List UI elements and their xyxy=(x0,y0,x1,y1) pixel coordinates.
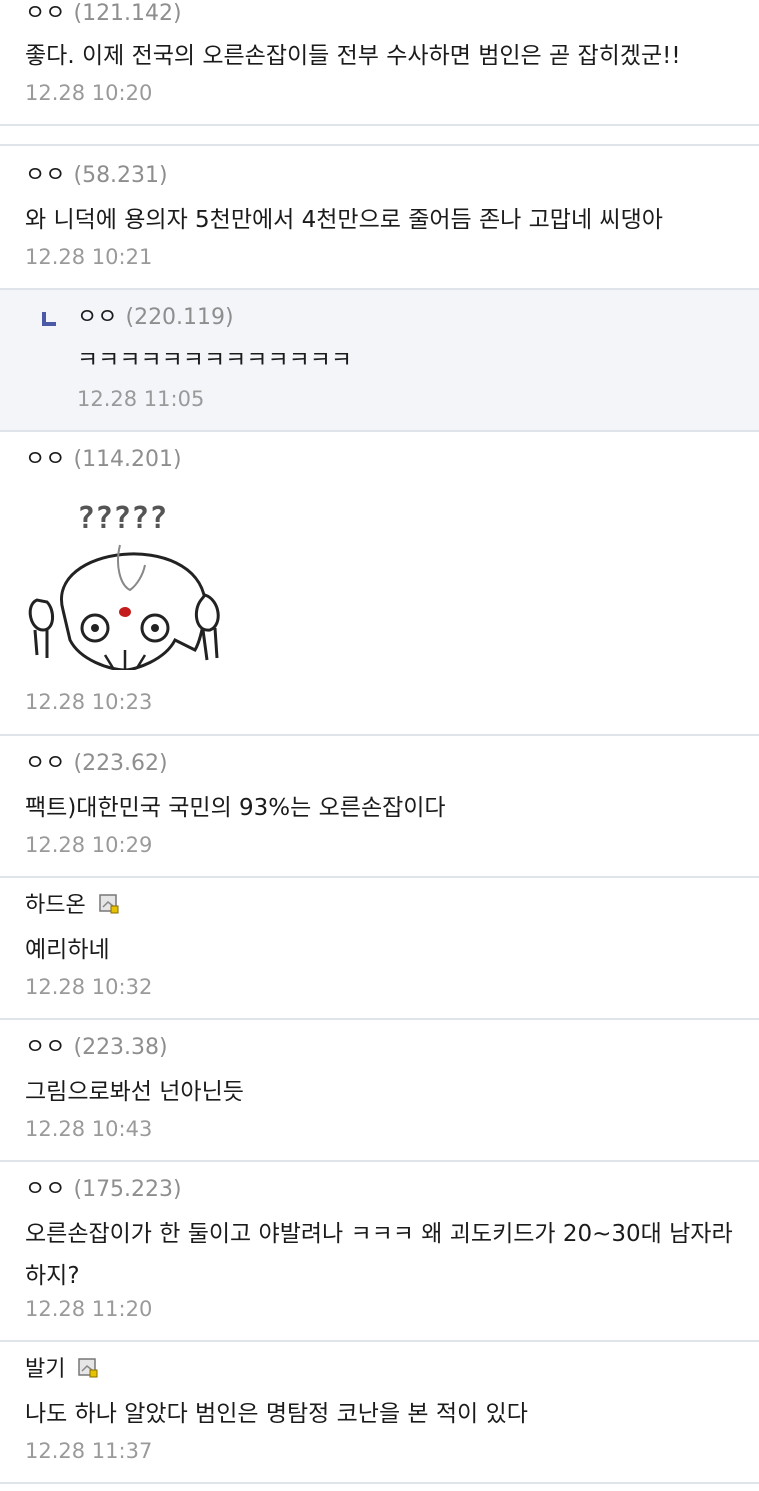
comment-date: 12.28 11:37 xyxy=(25,1439,153,1463)
author-nickname[interactable]: ㅇㅇ xyxy=(25,447,65,472)
author-nickname[interactable]: ㅇㅇ xyxy=(25,163,65,188)
comment-date: 12.28 10:21 xyxy=(25,245,153,269)
comment-date: 12.28 11:20 xyxy=(25,1297,153,1321)
comment-text: 오른손잡이가 한 둘이고 야발려나 ㅋㅋㅋ 왜 괴도키드가 20~30대 남자라… xyxy=(25,1221,740,1289)
comment-text: 좋다. 이제 전국의 오른손잡이들 전부 수사하면 범인은 곧 잡히겠군!! xyxy=(25,43,681,69)
comment-author[interactable]: ㅇㅇ (223.62) xyxy=(25,750,168,778)
author-nickname[interactable]: ㅇㅇ xyxy=(77,305,117,330)
comment-item: ㅇㅇ (58.231) 와 니덕에 용의자 5천만에서 4천만으로 줄어듬 존나 … xyxy=(0,146,759,290)
comment-author[interactable]: ㅇㅇ (220.119) xyxy=(77,304,234,332)
comment-author[interactable]: ㅇㅇ (223.38) xyxy=(25,1034,168,1062)
comment-item: 발기 나도 하나 알았다 범인은 명탐정 코난을 본 적이 있다 12.28 1… xyxy=(0,1342,759,1484)
comment-text: 팩트)대한민국 국민의 93%는 오른손잡이다 xyxy=(25,795,446,821)
section-divider xyxy=(0,126,759,146)
comment-author[interactable]: ㅇㅇ (58.231) xyxy=(25,162,168,190)
sticker-image[interactable]: ????? xyxy=(25,490,225,670)
author-ip: (114.201) xyxy=(73,447,182,472)
comment-item: ㅇㅇ (223.38) 그림으로봐선 넌아닌듯 12.28 10:43 xyxy=(0,1020,759,1162)
comment-text: 예리하네 xyxy=(25,937,110,963)
author-ip: (223.38) xyxy=(73,1035,168,1060)
member-badge-icon xyxy=(78,1358,98,1378)
comment-text: ㅋㅋㅋㅋㅋㅋㅋㅋㅋㅋㅋㅋㅋ xyxy=(77,347,353,373)
comment-author[interactable]: ㅇㅇ (175.223) xyxy=(25,1176,182,1204)
comment-author[interactable]: 하드온 xyxy=(25,892,119,920)
author-nickname[interactable]: 하드온 xyxy=(25,893,86,918)
comment-date: 12.28 10:32 xyxy=(25,975,153,999)
author-nickname[interactable]: 발기 xyxy=(25,1357,65,1382)
comment-date: 12.28 11:05 xyxy=(77,387,205,411)
author-ip: (175.223) xyxy=(73,1177,182,1202)
author-ip: (223.62) xyxy=(73,751,168,776)
author-nickname[interactable]: ㅇㅇ xyxy=(25,751,65,776)
comment-date: 12.28 10:23 xyxy=(25,690,153,714)
author-nickname[interactable]: ㅇㅇ xyxy=(25,1177,65,1202)
comment-date: 12.28 10:29 xyxy=(25,833,153,857)
reply-item: ㅇㅇ (220.119) ㅋㅋㅋㅋㅋㅋㅋㅋㅋㅋㅋㅋㅋ 12.28 11:05 xyxy=(0,290,759,432)
comment-item: ㅇㅇ (175.223) 오른손잡이가 한 둘이고 야발려나 ㅋㅋㅋ 왜 괴도키드… xyxy=(0,1162,759,1342)
reply-arrow-icon xyxy=(42,312,56,326)
comment-item: 하드온 예리하네 12.28 10:32 xyxy=(0,878,759,1020)
comment-date: 12.28 10:20 xyxy=(25,81,153,105)
comment-author[interactable]: 발기 xyxy=(25,1356,98,1384)
author-nickname[interactable]: ㅇㅇ xyxy=(25,1,65,26)
comment-item: ㅇㅇ (114.201) ????? 12.28 10:23 xyxy=(0,432,759,736)
author-ip: (220.119) xyxy=(125,305,234,330)
comment-text: 와 니덕에 용의자 5천만에서 4천만으로 줄어듬 존나 고맙네 씨댕아 xyxy=(25,207,663,233)
author-ip: (58.231) xyxy=(73,163,168,188)
sticker-caption: ????? xyxy=(77,501,167,536)
comment-item: ㅇㅇ (223.62) 팩트)대한민국 국민의 93%는 오른손잡이다 12.28… xyxy=(0,736,759,878)
comment-date: 12.28 10:43 xyxy=(25,1117,153,1141)
comment-text: 그림으로봐선 넌아닌듯 xyxy=(25,1079,244,1105)
comment-text: 나도 하나 알았다 범인은 명탐정 코난을 본 적이 있다 xyxy=(25,1401,528,1427)
member-badge-icon xyxy=(98,894,119,914)
author-ip: (121.142) xyxy=(73,1,182,26)
comment-author[interactable]: ㅇㅇ (114.201) xyxy=(25,446,182,474)
author-nickname[interactable]: ㅇㅇ xyxy=(25,1035,65,1060)
comment-item: ㅇㅇ (121.142) 좋다. 이제 전국의 오른손잡이들 전부 수사하면 범인… xyxy=(0,0,759,126)
comment-author[interactable]: ㅇㅇ (121.142) xyxy=(25,0,182,28)
